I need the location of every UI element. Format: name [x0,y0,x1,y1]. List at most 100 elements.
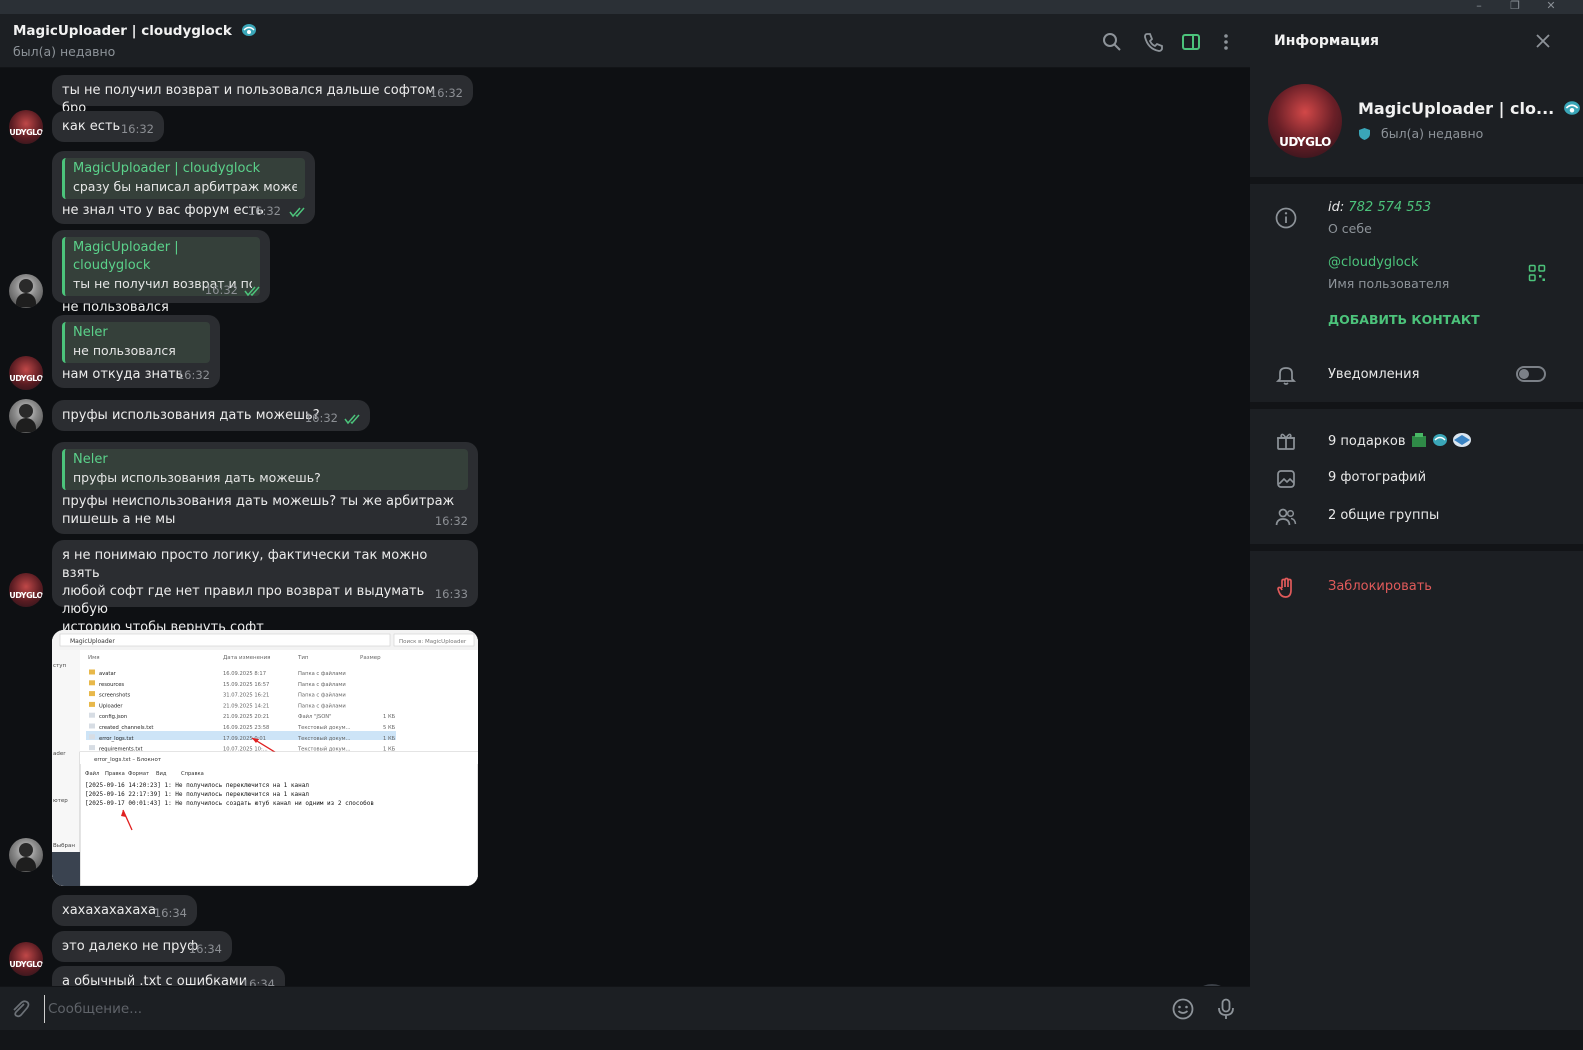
message-list[interactable]: ты не получил возврат и пользовался даль… [0,69,1250,1026]
avatar[interactable]: UDYGLO [9,356,43,390]
message-bubble[interactable]: Neler пруфы использования дать можешь? п… [52,442,478,534]
file-name: config.json [99,714,127,720]
message-time: 16:34 [188,942,222,956]
bell-icon [1275,367,1297,385]
folder-icon [89,669,95,675]
avatar[interactable]: UDYGLO [9,573,43,607]
user-id[interactable]: id: 782 574 553 [1328,200,1431,215]
gifts-row[interactable]: 9 подарков [1328,432,1472,449]
phone-icon[interactable] [1142,31,1164,53]
avatar[interactable] [9,399,43,433]
message-text: я не понимаю просто логику, фактически т… [62,548,428,581]
file-name: error_logs.txt [99,736,134,742]
reply-quote[interactable]: MagicUploader | cloudyglock сразу бы нап… [62,158,305,199]
message-bubble[interactable]: я не понимаю просто логику, фактически т… [52,540,478,635]
log-line: [2025-09-16 22:17:39] 1: Не получилось п… [85,791,309,798]
profile-status: был(а) недавно [1381,126,1484,141]
file-type: Папка с файлами [298,681,346,688]
reply-text: пруфы использования дать можешь? [73,470,321,485]
file-type: Файл "JSON" [298,713,332,720]
column-header: Имя [88,655,100,661]
explorer-sidebar-label: Выбран [53,843,75,849]
reply-author: MagicUploader | cloudyglock [73,240,179,273]
column-header: Размер [360,655,381,661]
info-icon [1275,207,1297,229]
message-bubble[interactable]: Neler не пользовался нам откуда знать 16… [52,315,220,388]
groups-icon [1275,508,1297,526]
chat-header[interactable]: MagicUploader | cloudyglock был(а) недав… [0,14,1250,68]
message-bubble[interactable]: MagicUploader | cloudyglock ты не получи… [52,230,270,315]
message-bubble[interactable]: ты не получил возврат и пользовался даль… [52,75,473,116]
reply-author: Neler [73,325,108,340]
add-contact-button[interactable]: ДОБАВИТЬ КОНТАКТ [1328,312,1480,327]
more-vert-icon[interactable] [1215,31,1237,53]
message-text: пруфы неиспользования дать можешь? ты же… [62,494,455,509]
username-label: Имя пользователя [1328,276,1450,291]
message-bubble[interactable]: пруфы использования дать можешь? 16:32 [52,400,370,431]
notifications-toggle[interactable] [1516,366,1546,382]
message-bubble[interactable]: хахахахахаха 16:34 [52,895,197,926]
avatar[interactable]: UDYGLO [9,110,43,144]
block-user-button[interactable]: Заблокировать [1328,579,1432,594]
message-time: 16:32 [304,411,338,425]
notifications-label: Уведомления [1328,367,1420,382]
notepad-menu-item: Формат [128,771,149,777]
read-checks-icon [344,414,360,425]
close-window-button[interactable]: ✕ [1534,0,1568,14]
message-bubble[interactable]: как есть 16:32 [52,111,164,142]
qr-code-icon[interactable] [1528,264,1546,282]
gift-preview-icon [1411,433,1426,447]
maximize-button[interactable]: ❐ [1498,0,1532,14]
info-panel: Информация UDYGLO MagicUploader | clo...… [1250,14,1583,1050]
minimize-button[interactable]: – [1462,0,1496,14]
column-header: Тип [297,655,309,661]
message-time: 16:32 [204,283,238,297]
bottom-bar [0,1030,1583,1050]
explorer-search: Поиск в: MagicUploader [399,639,467,645]
about-label: О себе [1328,221,1372,236]
message-time: 16:32 [120,122,154,136]
read-checks-icon [289,207,305,218]
panel-title: Информация [1274,33,1379,49]
reply-text: сразу бы написал арбитраж может... [73,179,297,194]
file-date: 16.09.2025 8:17 [223,671,266,677]
message-time: 16:33 [434,587,468,601]
avatar[interactable] [9,274,43,308]
gift-icon [1277,433,1295,450]
attach-icon[interactable] [9,998,31,1020]
username-link[interactable]: @cloudyglock [1328,255,1418,270]
reply-quote[interactable]: Neler не пользовался [62,322,210,363]
message-time: 16:32 [434,514,468,528]
chat-title: MagicUploader | cloudyglock [13,23,257,39]
file-type: Папка с файлами [298,670,346,677]
search-icon[interactable] [1101,31,1123,53]
emoji-icon[interactable] [1171,997,1195,1021]
avatar[interactable] [9,838,43,872]
file-icon [89,723,95,729]
message-bubble[interactable]: это далеко не пруф 16:34 [52,931,232,962]
notepad-menu-item: Правка [105,771,125,777]
file-name: avatar [99,671,117,677]
message-bubble[interactable]: MagicUploader | cloudyglock сразу бы нап… [52,151,315,224]
avatar[interactable]: UDYGLO [9,942,43,976]
explorer-sidebar-label: ступ [53,663,66,669]
profile-name: MagicUploader | clo... [1358,99,1581,118]
message-text: нам откуда знать [62,367,184,382]
message-text: как есть [62,119,121,134]
photos-row[interactable]: 9 фотографий [1328,470,1426,485]
message-input[interactable] [44,995,1144,1023]
message-text: не знал что у вас форум есть [62,203,264,218]
file-date: 17.09.2025 0:01 [223,736,266,742]
image-attachment[interactable]: MagicUploader Поиск в: MagicUploader сту… [52,630,478,886]
file-size: 1 КБ [383,736,396,742]
profile-avatar[interactable]: UDYGLO [1268,84,1342,158]
file-date: 15.09.2025 16:57 [223,682,269,688]
sidebar-toggle-icon[interactable] [1180,31,1202,53]
close-icon[interactable] [1533,31,1553,51]
message-text: пруфы использования дать можешь? [62,408,320,423]
microphone-icon[interactable] [1214,997,1238,1021]
file-name: Uploader [99,703,123,709]
common-groups-row[interactable]: 2 общие группы [1328,508,1439,523]
reply-quote[interactable]: Neler пруфы использования дать можешь? [62,449,468,490]
message-text: пишешь а не мы [62,512,176,527]
